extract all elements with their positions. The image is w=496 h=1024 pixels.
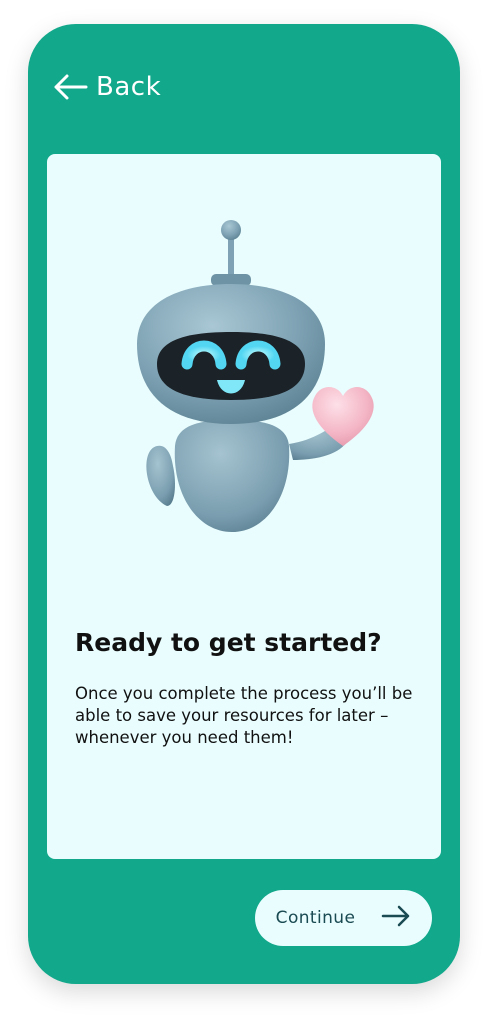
onboarding-card: Ready to get started? Once you complete …	[47, 154, 441, 859]
back-button[interactable]: Back	[52, 70, 161, 104]
card-title: Ready to get started?	[75, 628, 382, 657]
arrow-left-icon	[52, 73, 88, 101]
continue-button[interactable]: Continue	[255, 890, 432, 946]
robot-illustration	[137, 220, 374, 532]
card-description: Once you complete the process you’ll be …	[75, 684, 413, 747]
back-label: Back	[96, 72, 162, 102]
arrow-right-icon	[381, 904, 411, 932]
app-screen: Back Ready to get started? Once you comp…	[28, 24, 460, 984]
continue-label: Continue	[275, 908, 356, 928]
